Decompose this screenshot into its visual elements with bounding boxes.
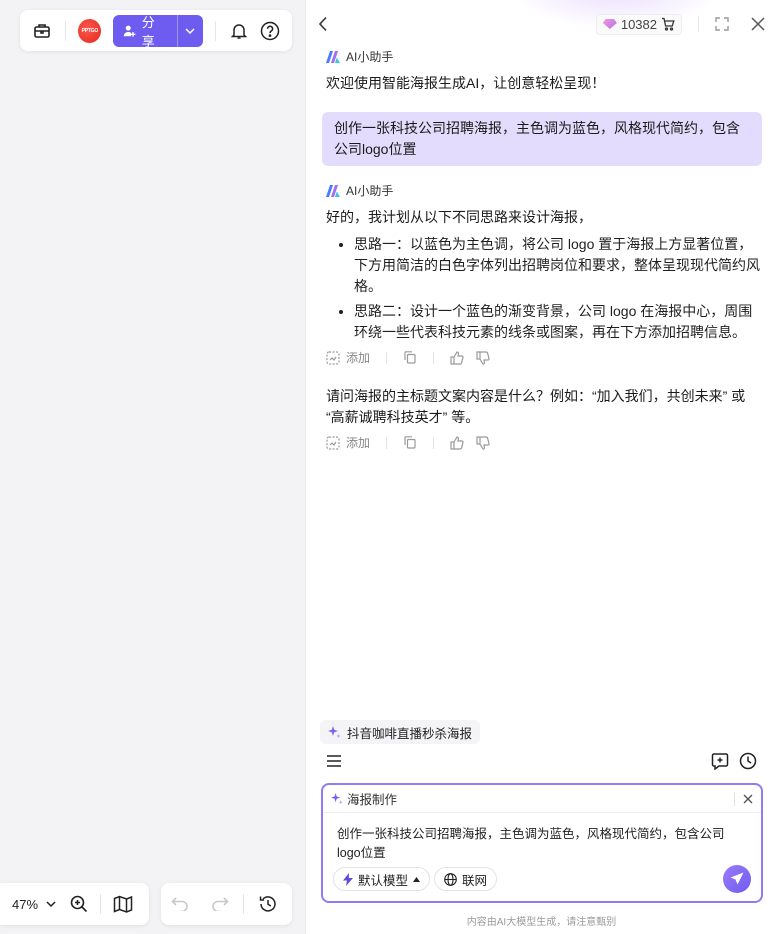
zoom-level[interactable]: 47%	[12, 897, 38, 912]
add-button[interactable]: 添加	[346, 434, 370, 451]
ai-logo-icon	[326, 184, 340, 197]
cart-icon	[662, 17, 675, 31]
toolbox-icon[interactable]	[30, 19, 53, 43]
history-toolbar	[161, 883, 292, 925]
thumbs-up-icon[interactable]	[450, 350, 464, 365]
reply-ideas-list: 思路一：以蓝色为主色调，将公司 logo 置于海报上方显著位置，下方用简洁的白色…	[354, 234, 761, 343]
share-button[interactable]: 分享	[113, 14, 203, 49]
message-composer[interactable]: 海报制作 创作一张科技公司招聘海报，主色调为蓝色，风格现代简约，包含公司logo…	[321, 783, 763, 903]
chevron-down-icon[interactable]	[46, 901, 56, 907]
back-chevron-icon[interactable]	[318, 16, 328, 32]
tools-right	[711, 752, 757, 770]
message-actions: 添加	[326, 349, 761, 366]
welcome-message: 欢迎使用智能海报生成AI，让创意轻松呈现！	[326, 75, 606, 91]
suggestion-label: 抖音咖啡直播秒杀海报	[347, 726, 473, 741]
close-icon[interactable]	[743, 794, 753, 804]
new-chat-icon[interactable]	[711, 752, 729, 770]
zoom-toolbar: 47%	[0, 883, 149, 925]
add-to-canvas-icon[interactable]	[326, 435, 340, 450]
mode-close-group	[734, 791, 753, 806]
web-label: 联网	[462, 873, 488, 888]
thumbs-down-icon[interactable]	[476, 435, 490, 450]
header-divider	[698, 16, 699, 32]
list-item: 思路二：设计一个蓝色的渐变背景，公司 logo 在海报中心，周围环绕一些代表科技…	[354, 301, 761, 343]
share-main[interactable]: 分享	[113, 14, 178, 49]
followup-question: 请问海报的主标题文案内容是什么？例如：“加入我们，共创未来” 或 “高薪诚聘科技…	[326, 388, 746, 425]
notification-bell-icon[interactable]	[228, 19, 251, 43]
toolbar-divider	[214, 20, 216, 41]
undo-icon[interactable]	[171, 897, 189, 911]
panel-header: 10382	[318, 10, 765, 38]
suggestion-chip[interactable]: 抖音咖啡直播秒杀海报	[320, 720, 481, 744]
mode-label: 海报制作	[347, 793, 398, 807]
assistant-label: AI小助手	[326, 182, 761, 199]
composer-mode-bar: 海报制作	[323, 785, 761, 813]
add-button[interactable]: 添加	[346, 349, 370, 366]
composer-input[interactable]: 创作一张科技公司招聘海报，主色调为蓝色，风格现代简约，包含公司logo位置	[323, 813, 761, 869]
send-button[interactable]	[723, 865, 751, 893]
assistant-name: AI小助手	[346, 50, 394, 64]
sparkle-icon	[328, 725, 341, 738]
credits-count: 10382	[620, 16, 657, 32]
lightning-icon	[343, 872, 353, 886]
web-search-toggle[interactable]: 联网	[434, 867, 498, 891]
toolbar-divider	[65, 20, 67, 41]
credits-badge[interactable]: 10382	[595, 13, 682, 35]
toolbar-divider	[100, 894, 102, 914]
close-icon[interactable]	[751, 17, 765, 31]
list-item: 思路一：以蓝色为主色调，将公司 logo 置于海报上方显著位置，下方用简洁的白色…	[354, 234, 761, 297]
share-label: 分享	[141, 14, 155, 49]
ai-assistant-panel: 10382 AI小助手 欢迎使用智能海报生成AI，让创意轻松呈现！ 创作一张科技…	[305, 0, 777, 934]
copy-icon[interactable]	[403, 436, 417, 450]
history-icon[interactable]	[258, 894, 278, 914]
gem-icon	[602, 19, 617, 29]
canvas-area[interactable]: PPTGO 分享 47%	[0, 0, 305, 934]
clock-icon[interactable]	[739, 752, 757, 770]
mode-divider	[734, 791, 735, 806]
add-to-canvas-icon[interactable]	[326, 350, 340, 365]
share-dropdown[interactable]	[178, 15, 203, 47]
actions-divider	[433, 436, 435, 449]
logo-text: PPTGO	[81, 27, 99, 34]
assistant-label: AI小助手	[326, 48, 761, 65]
model-selector[interactable]: 默认模型	[333, 867, 431, 891]
ai-logo-icon	[326, 50, 340, 63]
reply-intro: 好的，我计划从以下不同思路来设计海报，	[326, 209, 592, 225]
composer-footer: 默认模型 联网	[333, 865, 751, 893]
copy-icon[interactable]	[403, 351, 417, 365]
redo-icon[interactable]	[211, 897, 229, 911]
sparkle-icon	[331, 792, 343, 804]
message-actions: 添加	[326, 434, 761, 451]
send-icon	[730, 872, 744, 885]
expand-icon[interactable]	[715, 17, 729, 31]
chat-thread: AI小助手 欢迎使用智能海报生成AI，让创意轻松呈现！ 创作一张科技公司招聘海报…	[322, 48, 762, 451]
pptgo-logo[interactable]: PPTGO	[78, 18, 102, 43]
map-icon[interactable]	[113, 895, 133, 913]
thumbs-down-icon[interactable]	[476, 350, 490, 365]
toolbar-divider	[243, 894, 244, 914]
actions-divider	[433, 351, 435, 364]
ai-disclaimer: 内容由AI大模型生成，请注意甄别	[466, 917, 617, 928]
user-message: 创作一张科技公司招聘海报，主色调为蓝色，风格现代简约，包含公司logo位置	[322, 112, 762, 166]
chevron-down-icon	[185, 27, 195, 34]
assistant-name: AI小助手	[346, 184, 394, 198]
top-toolbar: PPTGO 分享	[20, 10, 292, 51]
caret-up-icon	[413, 876, 421, 882]
menu-icon[interactable]	[326, 754, 342, 768]
composer-tools	[326, 750, 757, 772]
zoom-in-icon[interactable]	[70, 895, 88, 913]
globe-icon	[444, 872, 457, 886]
actions-divider	[386, 351, 388, 364]
help-icon[interactable]	[259, 19, 282, 43]
add-user-icon	[124, 25, 136, 37]
thumbs-up-icon[interactable]	[450, 435, 464, 450]
actions-divider	[386, 436, 388, 449]
model-label: 默认模型	[358, 873, 409, 888]
